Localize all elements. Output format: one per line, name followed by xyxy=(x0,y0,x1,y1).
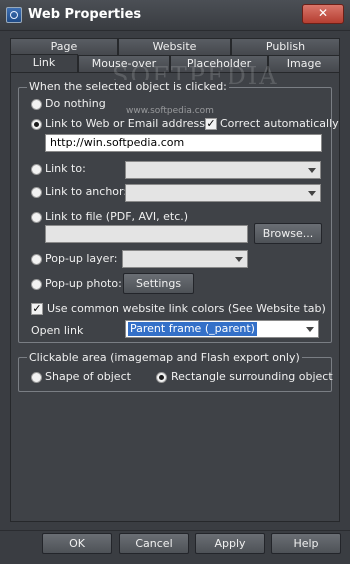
apply-button[interactable]: Apply xyxy=(195,533,265,554)
do-nothing-label: Do nothing xyxy=(45,97,106,110)
open-link-select[interactable]: Parent frame (_parent) xyxy=(125,320,319,338)
chevron-down-icon xyxy=(306,327,314,332)
footer-divider xyxy=(0,530,350,531)
link-to-select[interactable] xyxy=(125,161,321,179)
cancel-button[interactable]: Cancel xyxy=(119,533,189,554)
tab-link[interactable]: Link xyxy=(10,54,78,73)
correct-automatically-checkbox[interactable]: ✓ xyxy=(205,118,217,130)
tab-image[interactable]: Image xyxy=(268,55,340,72)
tab-mouse-over[interactable]: Mouse-over xyxy=(78,55,170,72)
link-to-radio[interactable] xyxy=(31,164,42,175)
help-button[interactable]: Help xyxy=(271,533,341,554)
window-title: Web Properties xyxy=(28,7,142,22)
link-anchor-select[interactable] xyxy=(125,184,321,202)
chevron-down-icon xyxy=(308,191,316,196)
popup-photo-radio[interactable] xyxy=(31,279,42,290)
shape-of-object-radio[interactable] xyxy=(31,372,42,383)
close-button[interactable]: ✕ xyxy=(302,4,344,24)
ok-button[interactable]: OK xyxy=(42,533,112,554)
shape-of-object-label: Shape of object xyxy=(45,370,131,383)
popup-layer-select[interactable] xyxy=(122,250,248,268)
open-link-value: Parent frame (_parent) xyxy=(128,322,257,336)
link-web-label: Link to Web or Email address: xyxy=(45,117,209,130)
tab-placeholder[interactable]: Placeholder xyxy=(170,55,268,72)
tab-website[interactable]: Website xyxy=(118,38,231,55)
rectangle-label: Rectangle surrounding object xyxy=(171,370,333,383)
link-web-radio[interactable] xyxy=(31,119,42,130)
do-nothing-radio[interactable] xyxy=(31,99,42,110)
link-to-label: Link to: xyxy=(45,162,86,175)
common-colors-checkbox[interactable]: ✓ xyxy=(31,303,43,315)
link-file-radio[interactable] xyxy=(31,212,42,223)
chevron-down-icon xyxy=(235,257,243,262)
tab-publish[interactable]: Publish xyxy=(231,38,340,55)
correct-automatically-label: Correct automatically xyxy=(220,117,339,130)
tab-page[interactable]: Page xyxy=(10,38,118,55)
open-link-label: Open link xyxy=(31,324,84,337)
settings-button[interactable]: Settings xyxy=(123,273,194,294)
link-anchor-radio[interactable] xyxy=(31,187,42,198)
app-icon xyxy=(6,7,22,23)
link-file-label: Link to file (PDF, AVI, etc.) xyxy=(45,210,189,223)
file-path-input[interactable] xyxy=(45,225,248,243)
title-bar: Web Properties ✕ xyxy=(0,0,350,31)
popup-layer-radio[interactable] xyxy=(31,254,42,265)
link-anchor-label: Link to anchor: xyxy=(45,185,128,198)
clickable-area-legend: Clickable area (imagemap and Flash expor… xyxy=(27,351,302,364)
browse-button[interactable]: Browse... xyxy=(254,223,322,244)
common-colors-label: Use common website link colors (See Webs… xyxy=(47,302,326,315)
chevron-down-icon xyxy=(308,168,316,173)
popup-photo-label: Pop-up photo: xyxy=(45,277,122,290)
rectangle-radio[interactable] xyxy=(156,372,167,383)
url-input[interactable]: http://win.softpedia.com xyxy=(45,134,322,152)
link-group-legend: When the selected object is clicked: xyxy=(27,80,229,93)
popup-layer-label: Pop-up layer: xyxy=(45,252,118,265)
